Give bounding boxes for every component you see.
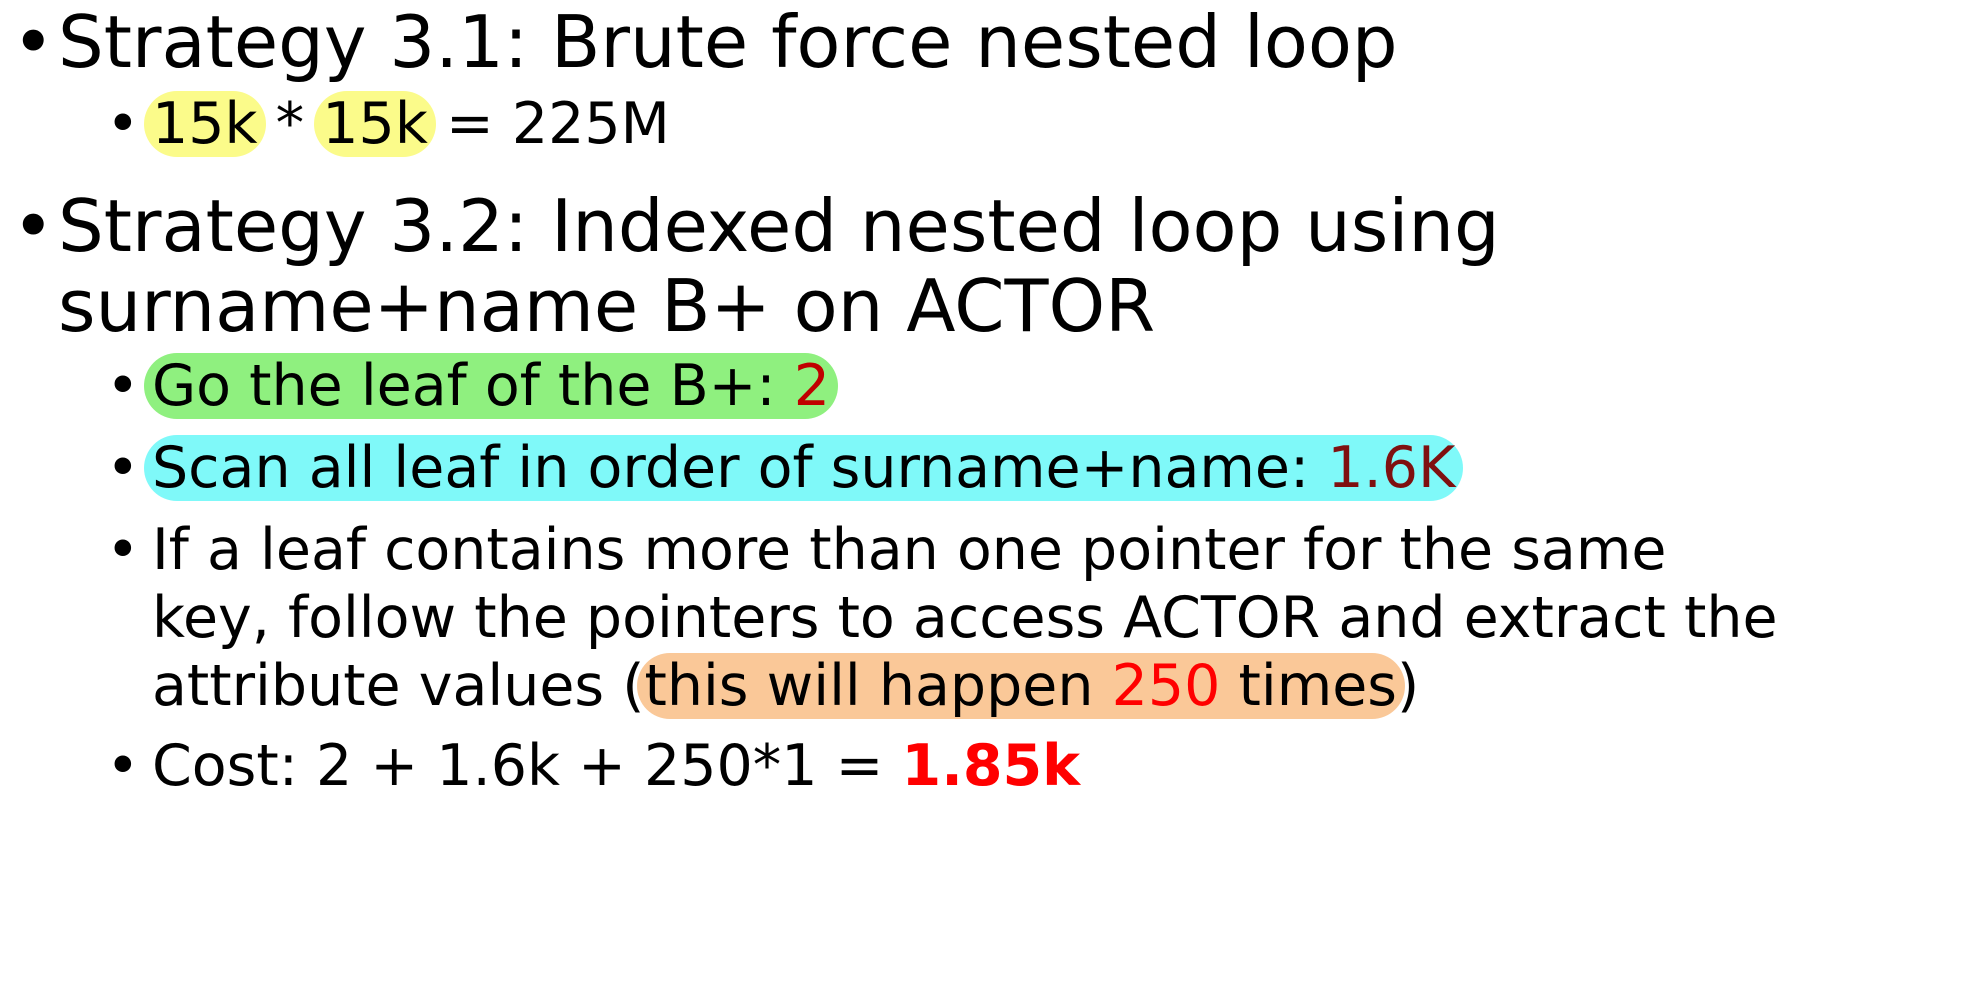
go-to-leaf-text: Go the leaf of the B+: [152, 353, 794, 419]
highlight-15k-b: 15k [314, 91, 436, 157]
cost-step: Cost: 2 + 1.6k + 250*1 = 1.85k [152, 738, 1080, 795]
pointer-step-value: 250 [1111, 653, 1221, 719]
bullet-dot: • [12, 0, 55, 84]
cost-value: 1.85k [901, 733, 1081, 799]
pointer-step-line1: If a leaf contains more than one pointer… [152, 517, 1667, 583]
bullet-dot: • [106, 733, 140, 799]
bullet-dot: • [12, 184, 55, 268]
highlight-15k-a: 15k [144, 91, 266, 157]
slide: • Strategy 3.1: Brute force nested loop … [0, 0, 1962, 1000]
scan-leaf-text: Scan all leaf in order of surname+name: [152, 435, 1328, 501]
pointer-step-pre: attribute values ( [152, 653, 645, 719]
bullet-dot: • [106, 91, 140, 157]
scan-leaf-step: Scan all leaf in order of surname+name: … [144, 435, 1464, 501]
strategy-3-2-heading-line1: Strategy 3.2: Indexed nested loop using [58, 184, 1500, 268]
highlight-green: Go the leaf of the B+: 2 [144, 353, 839, 419]
scan-leaf-value: 1.6K [1327, 435, 1456, 501]
pointer-step-post: ) [1397, 653, 1420, 719]
bullet-dot: • [106, 435, 140, 501]
bullet-dot: • [106, 353, 140, 419]
highlight-orange: this will happen 250 times [636, 653, 1406, 719]
pointer-step-line3: attribute values (this will happen 250 t… [152, 653, 1419, 719]
highlight-cyan: Scan all leaf in order of surname+name: … [144, 435, 1464, 501]
brute-force-cost: 15k * 15k = 225M [144, 91, 670, 157]
pointer-step-hl-text: this will happen [644, 653, 1112, 719]
pointer-step-line2: key, follow the pointers to access ACTOR… [152, 585, 1778, 651]
strategy-3-1-heading: Strategy 3.1: Brute force nested loop [58, 0, 1398, 84]
bullet-dot: • [106, 517, 140, 583]
go-to-leaf-value: 2 [793, 353, 831, 419]
cost-text: Cost: 2 + 1.6k + 250*1 = [152, 733, 902, 799]
pointer-step-hl-text2: times [1220, 653, 1398, 719]
go-to-leaf-step: Go the leaf of the B+: 2 [144, 353, 839, 419]
brute-force-result: = 225M [427, 91, 670, 157]
strategy-3-2-heading-line2: surname+name B+ on ACTOR [58, 264, 1156, 348]
multiply-sign: * [257, 91, 323, 157]
